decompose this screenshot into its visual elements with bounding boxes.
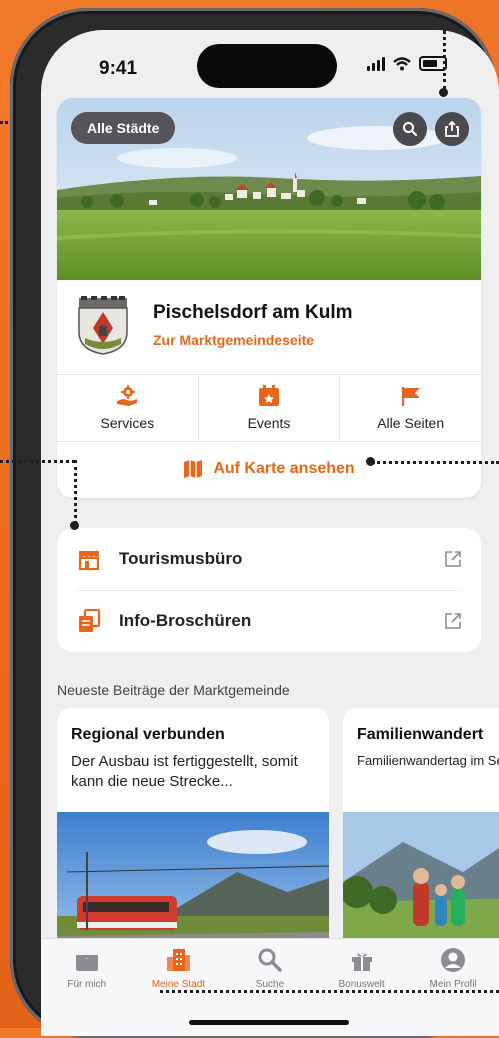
map-icon bbox=[184, 460, 203, 478]
services-label: Services bbox=[100, 415, 155, 431]
flag-icon bbox=[401, 387, 420, 406]
tab-label: Bonuswelt bbox=[338, 979, 385, 990]
quick-actions: Services Events Alle Seiten bbox=[57, 374, 481, 442]
post-title: Regional verbunden bbox=[71, 726, 225, 743]
post-card[interactable]: Familienwandert Familienwandertag im Sep… bbox=[343, 708, 499, 968]
all-pages-button[interactable]: Alle Seiten bbox=[339, 375, 481, 441]
list-item-label: Info-Broschüren bbox=[119, 611, 252, 630]
calendar-star-icon bbox=[259, 385, 279, 406]
tab-label: Suche bbox=[255, 979, 285, 990]
tab-label: Mein Profil bbox=[429, 979, 477, 990]
gear-hand-icon bbox=[117, 385, 138, 406]
all-cities-button[interactable]: Alle Städte bbox=[71, 112, 176, 144]
annotation-line bbox=[0, 460, 75, 463]
post-title: Familienwandert bbox=[357, 726, 484, 743]
view-on-map-button[interactable]: Auf Karte ansehen bbox=[57, 440, 481, 498]
annotation-line bbox=[160, 990, 499, 993]
tab-label: Meine Stadt bbox=[151, 979, 206, 990]
annotation-line bbox=[74, 460, 77, 524]
buildings-icon bbox=[167, 949, 191, 971]
post-teaser: Der Ausbau ist fertiggestellt, somit kan… bbox=[71, 753, 298, 790]
town-crest-icon bbox=[78, 296, 128, 355]
events-button[interactable]: Events bbox=[197, 375, 340, 441]
all-pages-label: Alle Seiten bbox=[377, 415, 445, 431]
events-label: Events bbox=[247, 415, 291, 431]
list-item-label: Tourismusbüro bbox=[119, 549, 243, 568]
share-button[interactable] bbox=[435, 112, 469, 146]
status-icons bbox=[367, 56, 447, 71]
annotation-dot bbox=[439, 88, 448, 97]
gift-icon bbox=[351, 953, 372, 971]
annotation-dot bbox=[366, 457, 375, 466]
posts-section-title: Neueste Beiträge der Marktgemeinde bbox=[57, 682, 290, 698]
external-link-icon bbox=[445, 551, 461, 567]
annotation-line bbox=[443, 30, 446, 90]
search-button[interactable] bbox=[393, 112, 427, 146]
services-button[interactable]: Services bbox=[57, 375, 198, 441]
tab-fuer-mich[interactable]: Für mich bbox=[41, 939, 133, 1036]
municipality-page-link[interactable]: Zur Marktgemeindeseite bbox=[153, 332, 314, 348]
documents-icon bbox=[79, 609, 101, 632]
wifi-icon bbox=[393, 56, 411, 70]
list-item-info-brochures[interactable]: Info-Broschüren bbox=[57, 590, 481, 652]
home-indicator bbox=[189, 1020, 349, 1025]
status-time: 9:41 bbox=[99, 58, 138, 79]
external-link-icon bbox=[445, 613, 461, 629]
phone-frame: 9:41 Alle Städte Pischelsdorf am Kulm Zu… bbox=[10, 8, 499, 1038]
search-icon bbox=[403, 122, 418, 137]
dynamic-island bbox=[197, 44, 337, 88]
post-teaser: Familienwandertag im September! Anr bbox=[357, 753, 499, 768]
tab-label: Für mich bbox=[67, 979, 107, 990]
annotation-line bbox=[372, 461, 499, 464]
links-card: Tourismusbüro Info-Broschüren bbox=[57, 528, 481, 652]
town-card: Alle Städte Pischelsdorf am Kulm Zur Mar… bbox=[57, 98, 481, 498]
storefront-icon bbox=[78, 551, 100, 571]
screen: 9:41 Alle Städte Pischelsdorf am Kulm Zu… bbox=[41, 30, 499, 1036]
annotation-dot bbox=[70, 521, 79, 530]
gift-box-icon bbox=[75, 954, 98, 971]
signal-icon bbox=[367, 56, 385, 71]
share-icon bbox=[445, 120, 459, 137]
post-card[interactable]: Regional verbunden Der Ausbau ist fertig… bbox=[57, 708, 329, 968]
profile-icon bbox=[441, 948, 466, 972]
view-on-map-label: Auf Karte ansehen bbox=[213, 460, 355, 477]
list-item-tourism-office[interactable]: Tourismusbüro bbox=[57, 528, 481, 590]
town-name: Pischelsdorf am Kulm bbox=[153, 302, 353, 323]
tab-mein-profil[interactable]: Mein Profil bbox=[407, 939, 499, 1036]
search-icon bbox=[258, 948, 282, 972]
